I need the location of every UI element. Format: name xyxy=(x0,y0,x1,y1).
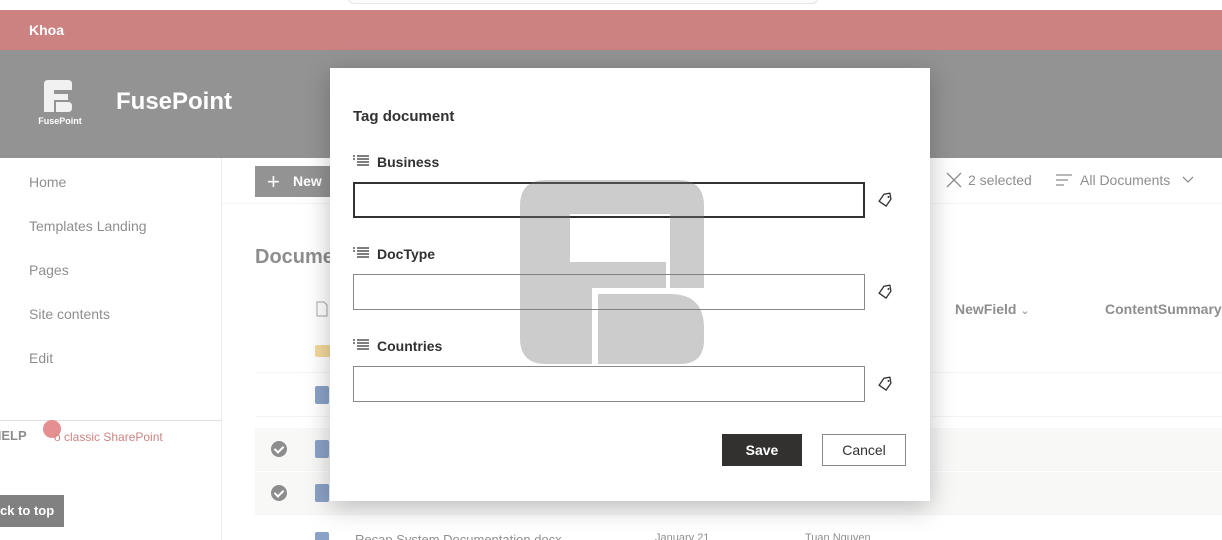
doctype-input[interactable] xyxy=(353,274,865,310)
managed-metadata-icon xyxy=(353,339,369,350)
managed-metadata-icon xyxy=(353,155,369,166)
countries-input[interactable] xyxy=(353,366,865,402)
save-button[interactable]: Save xyxy=(722,434,802,466)
cancel-button[interactable]: Cancel xyxy=(822,434,906,466)
tag-icon[interactable] xyxy=(877,375,895,393)
business-input[interactable] xyxy=(353,182,865,218)
dialog-title: Tag document xyxy=(353,108,455,125)
tag-icon[interactable] xyxy=(877,191,895,209)
tag-document-dialog: Tag document Business DocType Countries … xyxy=(330,68,930,501)
managed-metadata-icon xyxy=(353,247,369,258)
field-label-doctype: DocType xyxy=(353,246,435,262)
tag-icon[interactable] xyxy=(877,283,895,301)
field-label-business: Business xyxy=(353,154,439,170)
app-window: Khoa FusePoint FusePoint Home Templates … xyxy=(0,0,1222,540)
field-label-countries: Countries xyxy=(353,338,442,354)
